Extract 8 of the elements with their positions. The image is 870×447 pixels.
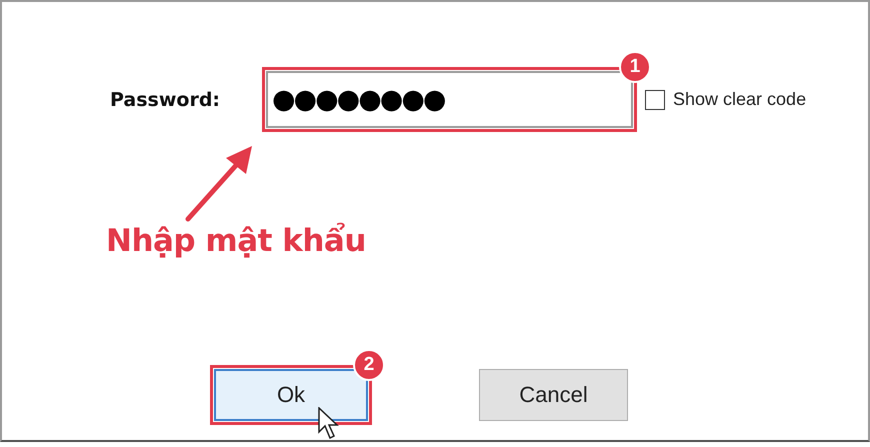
step-badge: 2	[353, 349, 385, 381]
step-badge: 1	[619, 51, 651, 83]
password-label: Password:	[110, 88, 222, 110]
ok-button[interactable]: Ok	[214, 369, 368, 421]
cancel-button[interactable]: Cancel	[479, 369, 628, 421]
password-field[interactable]: ●●●●●●●●	[266, 71, 633, 128]
show-clear-code-checkbox[interactable]: Show clear code	[645, 89, 806, 110]
annotation-text: Nhập mật khẩu	[106, 223, 366, 259]
